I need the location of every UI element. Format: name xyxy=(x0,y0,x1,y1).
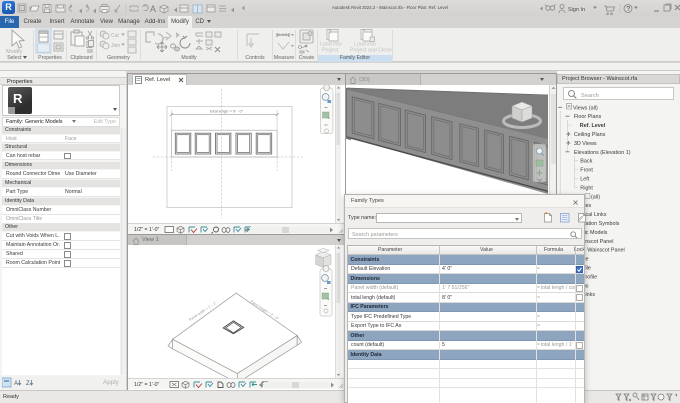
svg-text:3D Views: 3D Views xyxy=(574,141,597,147)
svg-text:Search: Search xyxy=(581,93,599,99)
svg-text:Front: Front xyxy=(580,168,593,174)
svg-text:A: A xyxy=(150,4,156,14)
svg-text:Sign In: Sign In xyxy=(568,7,585,13)
svg-text:Floor Plans: Floor Plans xyxy=(574,114,602,120)
svg-text:Views (all): Views (all) xyxy=(573,105,598,111)
svg-text:Right: Right xyxy=(580,185,593,191)
svg-text:Join: Join xyxy=(111,43,120,49)
svg-text:Back: Back xyxy=(580,159,592,165)
svg-text:Z: Z xyxy=(26,381,30,387)
svg-text:total lengh = 9' - 0": total lengh = 9' - 0" xyxy=(210,109,244,114)
svg-text:Ref. Level: Ref. Level xyxy=(580,123,606,129)
svg-text:A: A xyxy=(14,381,18,387)
svg-text:Cut: Cut xyxy=(111,33,119,39)
svg-text:?: ? xyxy=(626,6,630,13)
svg-text:Project and Close: Project and Close xyxy=(350,48,392,54)
svg-text:Wainscot Panel: Wainscot Panel xyxy=(587,248,624,254)
svg-text:Ceiling Plans: Ceiling Plans xyxy=(574,132,606,138)
svg-text:Elevations (Elevation 1): Elevations (Elevation 1) xyxy=(574,150,631,156)
svg-text:Left: Left xyxy=(580,177,589,183)
svg-text:Project: Project xyxy=(322,48,339,54)
svg-text:(all): (all) xyxy=(591,194,600,200)
